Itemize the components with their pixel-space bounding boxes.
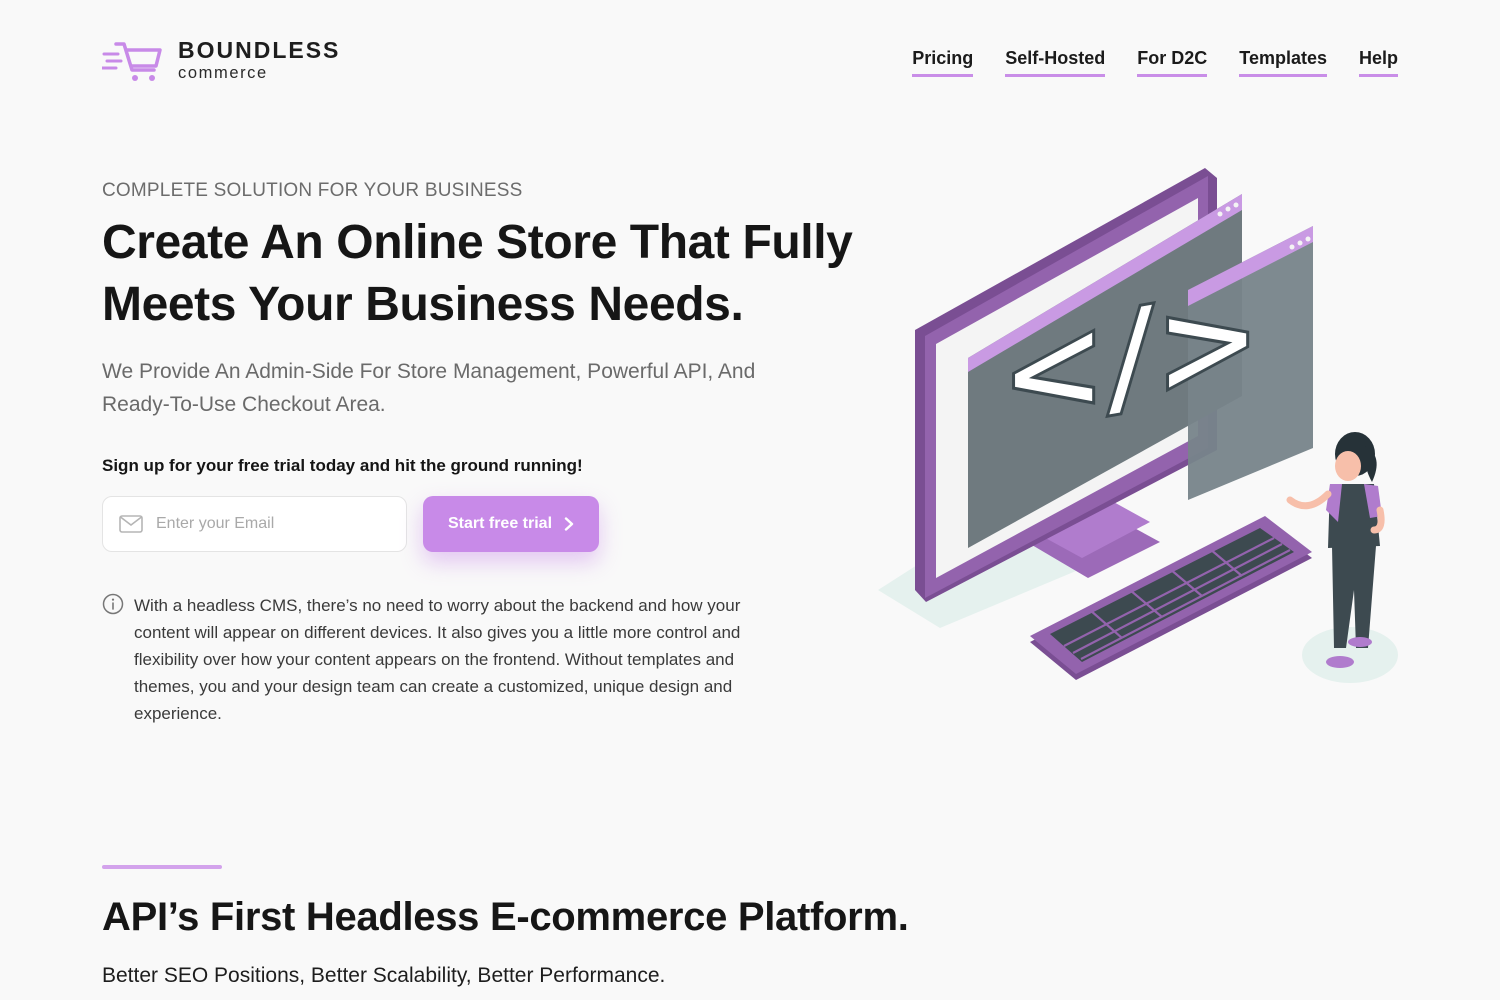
- hero-description: We Provide An Admin-Side For Store Manag…: [102, 360, 756, 416]
- info-text: With a headless CMS, there’s no need to …: [134, 596, 741, 723]
- section-subtitle: Better SEO Positions, Better Scalability…: [102, 964, 666, 987]
- signup-prompt: Sign up for your free trial today and hi…: [102, 456, 583, 475]
- main-nav: Pricing Self-Hosted For D2C Templates He…: [912, 48, 1398, 77]
- brand-name: BOUNDLESS: [178, 36, 341, 63]
- start-trial-button[interactable]: Start free trial: [423, 496, 599, 552]
- brand-subtitle: commerce: [178, 63, 268, 82]
- nav-pricing[interactable]: Pricing: [912, 48, 974, 77]
- hero-illustration: </>: [878, 168, 1398, 683]
- section-divider: [102, 865, 222, 869]
- email-input[interactable]: [156, 515, 386, 533]
- nav-self-hosted[interactable]: Self-Hosted: [1005, 48, 1106, 77]
- info-icon: [102, 593, 124, 615]
- cart-icon: [102, 42, 162, 81]
- hero-eyebrow: COMPLETE SOLUTION FOR YOUR BUSINESS: [102, 180, 523, 201]
- hero-title: Create An Online Store That Fully Meets …: [102, 216, 853, 331]
- start-trial-label: Start free trial: [447, 515, 553, 532]
- email-field-container[interactable]: [102, 496, 407, 552]
- info-note: With a headless CMS, there’s no need to …: [102, 592, 744, 727]
- nav-for-d2c[interactable]: For D2C: [1137, 48, 1208, 77]
- nav-help[interactable]: Help: [1358, 48, 1398, 77]
- chevron-right-icon: [564, 517, 574, 531]
- envelope-icon: [119, 515, 143, 533]
- section-title: API’s First Headless E-commerce Platform…: [102, 895, 909, 939]
- brand-logo[interactable]: BOUNDLESS commerce: [102, 36, 340, 84]
- nav-templates[interactable]: Templates: [1239, 48, 1327, 77]
